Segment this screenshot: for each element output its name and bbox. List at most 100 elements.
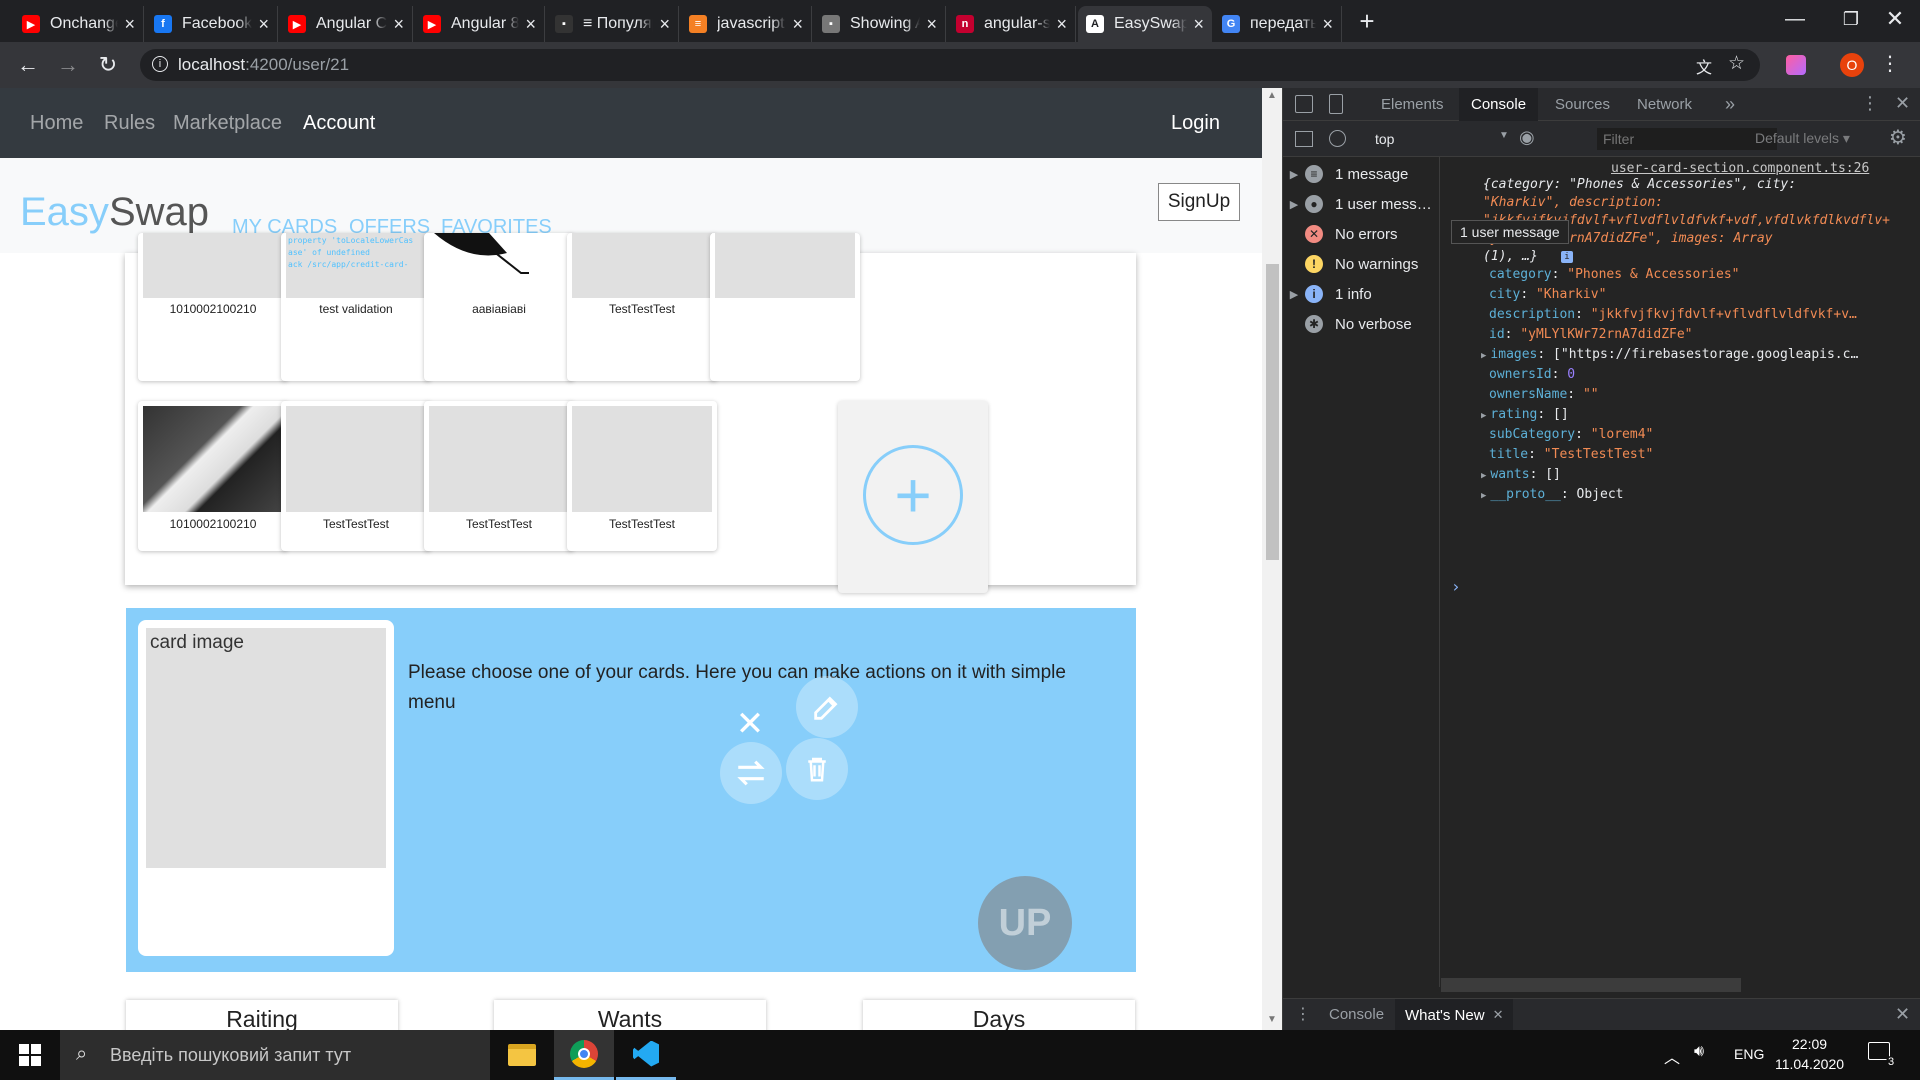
scroll-down-arrow[interactable]: ▼ [1267, 1014, 1277, 1025]
vscode-icon[interactable] [616, 1030, 676, 1080]
close-menu-icon[interactable]: ✕ [730, 704, 770, 744]
delete-icon[interactable] [786, 738, 848, 800]
clear-console-icon[interactable] [1329, 130, 1346, 147]
devtools-menu-icon[interactable]: ⋮ [1861, 93, 1879, 114]
expand-arrow-icon[interactable]: ▶ [1283, 168, 1305, 181]
new-tab-button[interactable]: + [1352, 6, 1382, 36]
eye-icon[interactable]: ◉ [1519, 127, 1535, 148]
card-item[interactable]: TestTestTest [567, 233, 717, 381]
devtools-more-tabs[interactable]: » [1713, 88, 1747, 121]
nav-marketplace[interactable]: Marketplace [173, 112, 282, 135]
scrollbar-thumb[interactable] [1266, 264, 1279, 560]
page-scrollbar[interactable]: ▲ ▼ [1262, 88, 1282, 1030]
devtools-close-icon[interactable]: ✕ [1895, 93, 1910, 114]
file-explorer-icon[interactable] [492, 1030, 552, 1080]
console-sidebar-item[interactable]: ▶ ≡ 1 message [1283, 160, 1440, 188]
login-link[interactable]: Login [1171, 112, 1220, 135]
console-property[interactable]: ▶ images: ["https://firebasestorage.googl… [1481, 345, 1858, 366]
scroll-up-arrow[interactable]: ▲ [1267, 90, 1277, 101]
windows-start-icon[interactable] [0, 1030, 60, 1080]
browser-tab[interactable]: n angular-sup × [948, 6, 1076, 42]
info-icon[interactable]: i [152, 56, 168, 72]
restore-button[interactable]: ❐ [1826, 4, 1876, 34]
device-toggle-icon[interactable] [1329, 94, 1343, 114]
card-item[interactable]: 1010002100210 [138, 233, 288, 381]
drawer-tab-console[interactable]: Console [1329, 1006, 1384, 1023]
clock-time[interactable]: 22:09 [1792, 1036, 1827, 1052]
inspect-icon[interactable] [1295, 95, 1313, 113]
minimize-button[interactable]: — [1770, 4, 1820, 34]
profile-avatar[interactable]: O [1840, 53, 1864, 77]
card-item[interactable]: TestTestTest [567, 401, 717, 551]
console-filter-input[interactable] [1597, 128, 1777, 150]
card-item[interactable]: TestTestTest [281, 401, 431, 551]
info-badge-icon[interactable]: i [1561, 251, 1573, 263]
brand-logo[interactable]: EasySwap [20, 190, 209, 235]
swap-icon[interactable] [720, 742, 782, 804]
expand-arrow-icon[interactable]: ▶ [1481, 471, 1486, 481]
expand-arrow-icon[interactable]: ▶ [1283, 288, 1305, 301]
browser-tab[interactable]: f Facebook × [146, 6, 278, 42]
expand-arrow-icon[interactable]: ▶ [1283, 198, 1305, 211]
console-property[interactable]: ▶ __proto__: Object [1481, 485, 1624, 506]
bookmark-star-icon[interactable]: ☆ [1728, 52, 1745, 75]
console-hscrollbar[interactable] [1441, 978, 1741, 992]
log-summary-1[interactable]: {category: "Phones & Accessories", city: [1483, 175, 1796, 195]
browser-tab[interactable]: A EasySwap × [1078, 6, 1212, 42]
card-item[interactable]: TestTestTest [424, 401, 574, 551]
browser-tab[interactable]: ▪ ≡ Популярн × [547, 6, 679, 42]
devtools-tab-elements[interactable]: Elements [1369, 88, 1456, 121]
settings-gear-icon[interactable]: ⚙ [1889, 125, 1907, 150]
tray-chevron-up-icon[interactable]: ︿ [1664, 1044, 1680, 1068]
sidebar-toggle-icon[interactable] [1295, 131, 1313, 147]
extension-icon[interactable] [1786, 55, 1806, 75]
card-item[interactable]: aaвiaвiaвi [424, 233, 574, 381]
close-window-button[interactable]: ✕ [1870, 4, 1920, 34]
devtools-tab-network[interactable]: Network [1625, 88, 1704, 121]
browser-tab[interactable]: ▪ Showing A I × [814, 6, 946, 42]
nav-home[interactable]: Home [30, 112, 83, 135]
console-property[interactable]: ▶ rating: [] [1481, 405, 1569, 426]
drawer-menu-icon[interactable]: ⋮ [1295, 1004, 1311, 1024]
expand-arrow-icon[interactable]: ▶ [1481, 411, 1486, 421]
tab-close-icon[interactable]: × [926, 14, 937, 35]
context-selector[interactable]: top ▼ [1371, 128, 1513, 150]
address-bar[interactable]: i localhost:4200/user/21 文 ☆ [140, 49, 1760, 81]
nav-rules[interactable]: Rules [104, 112, 155, 135]
tab-close-icon[interactable]: × [659, 14, 670, 35]
expand-arrow-icon[interactable]: ▶ [1481, 351, 1486, 361]
selected-card[interactable]: card image [138, 620, 394, 956]
scroll-up-button[interactable]: UP [978, 876, 1072, 970]
browser-tab[interactable]: Gпередать се × [1214, 6, 1342, 42]
tab-close-icon[interactable]: × [124, 14, 135, 35]
browser-tab[interactable]: ≡ javascript - (× [681, 6, 812, 42]
console-sidebar-item[interactable]: ! No warnings [1283, 250, 1440, 278]
reload-icon[interactable]: ↻ [94, 51, 122, 79]
console-prompt[interactable]: › [1451, 577, 1461, 597]
language-indicator[interactable]: ENG [1734, 1046, 1764, 1062]
expand-arrow-icon[interactable]: ▶ [1481, 491, 1486, 501]
translate-icon[interactable]: 文 [1696, 54, 1712, 78]
nav-account[interactable]: Account [303, 112, 375, 135]
add-card-button[interactable]: + [838, 401, 988, 593]
tab-close-icon[interactable]: × [792, 14, 803, 35]
drawer-close-icon[interactable]: ✕ [1895, 1004, 1910, 1025]
log-levels-dropdown[interactable]: Default levels ▾ [1755, 130, 1850, 147]
card-item[interactable]: property 'toLocaleLowerCas ase' of undefi… [281, 233, 431, 381]
close-drawer-tab-icon[interactable]: ✕ [1493, 1007, 1504, 1023]
tab-close-icon[interactable]: × [1056, 14, 1067, 35]
signup-button[interactable]: SignUp [1158, 183, 1240, 221]
card-item[interactable]: 1010002100210 [138, 401, 288, 551]
card-item[interactable] [710, 233, 860, 381]
browser-tab[interactable]: ▶ Onchange e × [14, 6, 144, 42]
tab-close-icon[interactable]: × [258, 14, 269, 35]
console-sidebar-item[interactable]: ✕ No errors [1283, 220, 1440, 248]
console-sidebar-item[interactable]: ▶ ● 1 user mess… [1283, 190, 1440, 218]
console-property[interactable]: ▶ wants: [] [1481, 465, 1561, 486]
volume-icon[interactable]: 🔊︎ [1694, 1043, 1704, 1061]
console-sidebar-item[interactable]: ✱ No verbose [1283, 310, 1440, 338]
drawer-tab-whats-new[interactable]: What's New ✕ [1395, 999, 1514, 1031]
tab-close-icon[interactable]: × [393, 14, 404, 35]
forward-icon[interactable]: → [54, 51, 82, 79]
console-sidebar-item[interactable]: ▶ i 1 info [1283, 280, 1440, 308]
